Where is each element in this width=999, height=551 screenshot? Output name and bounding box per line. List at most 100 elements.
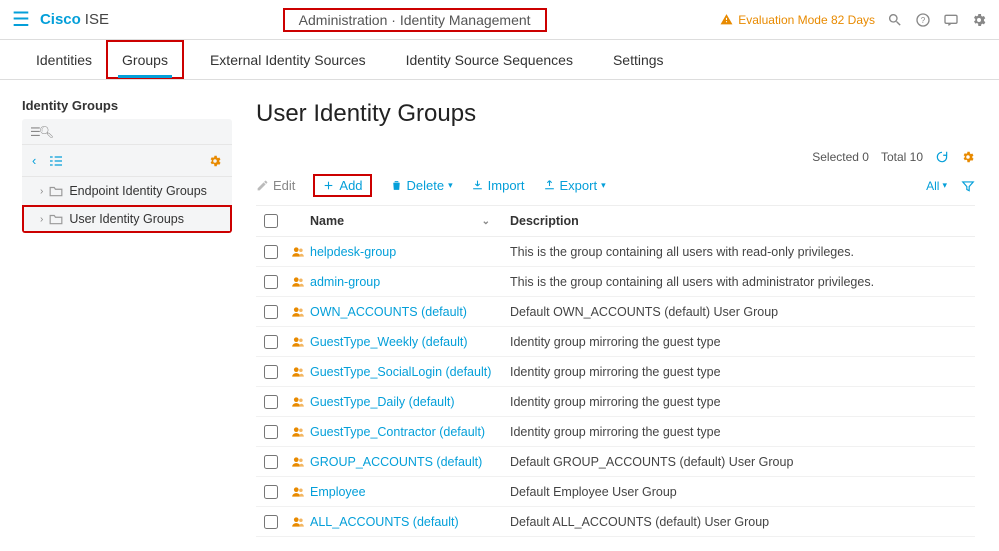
group-icon (291, 485, 305, 499)
tab-identity-source-sequences[interactable]: Identity Source Sequences (392, 40, 587, 79)
group-name-link[interactable]: GuestType_Weekly (default) (310, 335, 467, 349)
folder-icon (49, 185, 63, 197)
row-checkbox[interactable] (264, 365, 278, 379)
table-row: helpdesk-group This is the group containi… (256, 237, 975, 267)
delete-button[interactable]: Delete ▾ (390, 178, 453, 193)
edit-button[interactable]: Edit (256, 178, 295, 193)
export-button[interactable]: Export ▾ (543, 178, 606, 193)
group-name-link[interactable]: OWN_ACCOUNTS (default) (310, 305, 467, 319)
table-header: Name ⌄ Description (256, 205, 975, 237)
tab-nav: IdentitiesGroups External Identity Source… (0, 40, 999, 80)
group-icon (291, 245, 305, 259)
row-checkbox[interactable] (264, 245, 278, 259)
table-row: GuestType_Daily (default) Identity group … (256, 387, 975, 417)
tree-item-endpoint-identity-groups[interactable]: ›Endpoint Identity Groups (22, 177, 232, 205)
group-name-link[interactable]: helpdesk-group (310, 245, 396, 259)
sort-icon: ⌄ (482, 216, 490, 227)
tree-item-user-identity-groups[interactable]: ›User Identity Groups (22, 205, 232, 233)
add-button[interactable]: Add (313, 174, 371, 197)
product-name: ISE (85, 11, 109, 28)
help-icon[interactable]: ? (915, 12, 931, 28)
plus-icon (322, 179, 335, 192)
table-row: OWN_ACCOUNTS (default) Default OWN_ACCOUN… (256, 297, 975, 327)
search-icon[interactable] (887, 12, 903, 28)
chevron-down-icon: ▾ (601, 180, 606, 191)
column-desc-label: Description (510, 214, 579, 228)
group-icon (291, 395, 305, 409)
total-count: Total 10 (881, 150, 923, 164)
group-description: Default OWN_ACCOUNTS (default) User Grou… (510, 305, 778, 319)
group-name-link[interactable]: GuestType_Daily (default) (310, 395, 455, 409)
content-area: User Identity Groups Selected 0 Total 10… (232, 80, 999, 551)
sidebar-toolbar: ‹ (22, 145, 232, 177)
row-checkbox[interactable] (264, 425, 278, 439)
import-button[interactable]: Import (471, 178, 525, 193)
select-all-checkbox[interactable] (264, 214, 278, 228)
row-checkbox[interactable] (264, 485, 278, 499)
group-name-link[interactable]: GROUP_ACCOUNTS (default) (310, 455, 482, 469)
selected-count: Selected 0 (812, 150, 869, 164)
tree-item-label: Endpoint Identity Groups (69, 184, 207, 198)
feedback-icon[interactable] (943, 12, 959, 28)
group-description: Default ALL_ACCOUNTS (default) User Grou… (510, 515, 769, 529)
add-label: Add (339, 178, 362, 193)
column-name[interactable]: Name ⌄ (310, 214, 510, 228)
group-description: This is the group containing all users w… (510, 275, 874, 289)
evaluation-banner[interactable]: Evaluation Mode 82 Days (720, 13, 875, 27)
brand-logo: Cisco (40, 11, 81, 28)
table-row: ALL_ACCOUNTS (default) Default ALL_ACCOUN… (256, 507, 975, 537)
sidebar-tree: ›Endpoint Identity Groups›User Identity … (22, 177, 232, 233)
group-description: This is the group containing all users w… (510, 245, 854, 259)
group-name-link[interactable]: admin-group (310, 275, 380, 289)
group-icon (291, 365, 305, 379)
table-row: admin-group This is the group containing … (256, 267, 975, 297)
group-description: Identity group mirroring the guest type (510, 425, 721, 439)
tab-external-identity-sources[interactable]: External Identity Sources (196, 40, 380, 79)
breadcrumb: Administration · Identity Management (283, 8, 547, 32)
group-name-link[interactable]: Employee (310, 485, 366, 499)
row-checkbox[interactable] (264, 515, 278, 529)
group-description: Identity group mirroring the guest type (510, 395, 721, 409)
group-icon (291, 335, 305, 349)
tab-settings[interactable]: Settings (599, 40, 678, 79)
hamburger-icon[interactable]: ☰ (12, 7, 30, 32)
gear-icon[interactable] (208, 154, 222, 168)
group-icon (291, 305, 305, 319)
row-checkbox[interactable] (264, 305, 278, 319)
row-checkbox[interactable] (264, 395, 278, 409)
sidebar-search[interactable]: ☰🔍︎ (22, 119, 232, 145)
tree-item-label: User Identity Groups (69, 212, 184, 226)
row-checkbox[interactable] (264, 275, 278, 289)
evaluation-text: Evaluation Mode 82 Days (738, 13, 875, 27)
table-gear-icon[interactable] (961, 150, 975, 164)
refresh-icon[interactable] (935, 150, 949, 164)
tab-identities[interactable]: Identities (22, 40, 106, 79)
column-description[interactable]: Description (510, 214, 975, 228)
pencil-icon (256, 179, 269, 192)
group-name-link[interactable]: GuestType_SocialLogin (default) (310, 365, 491, 379)
row-checkbox[interactable] (264, 455, 278, 469)
svg-text:?: ? (921, 16, 926, 25)
delete-label: Delete (407, 178, 445, 193)
chevron-down-icon: ▾ (942, 180, 947, 191)
table-row: EmployeeDefault Employee User Group (256, 477, 975, 507)
trash-icon (390, 179, 403, 192)
folder-icon (49, 213, 63, 225)
row-checkbox[interactable] (264, 335, 278, 349)
group-name-link[interactable]: GuestType_Contractor (default) (310, 425, 485, 439)
group-name-link[interactable]: ALL_ACCOUNTS (default) (310, 515, 459, 529)
all-filter[interactable]: All ▾ (926, 179, 947, 193)
import-label: Import (488, 178, 525, 193)
back-icon[interactable]: ‹ (32, 153, 36, 168)
tab-groups[interactable]: Groups (106, 40, 184, 79)
group-description: Default GROUP_ACCOUNTS (default) User Gr… (510, 455, 793, 469)
page-title: User Identity Groups (256, 100, 975, 128)
gear-icon[interactable] (971, 12, 987, 28)
warning-icon (720, 13, 733, 26)
export-icon (543, 179, 556, 192)
search-icon: ☰🔍︎ (30, 125, 52, 139)
chevron-down-icon: ▾ (448, 180, 453, 191)
filter-icon[interactable] (961, 179, 975, 193)
app-header: ☰ Cisco ISE Administration · Identity Ma… (0, 0, 999, 40)
tree-view-icon[interactable] (48, 155, 64, 167)
